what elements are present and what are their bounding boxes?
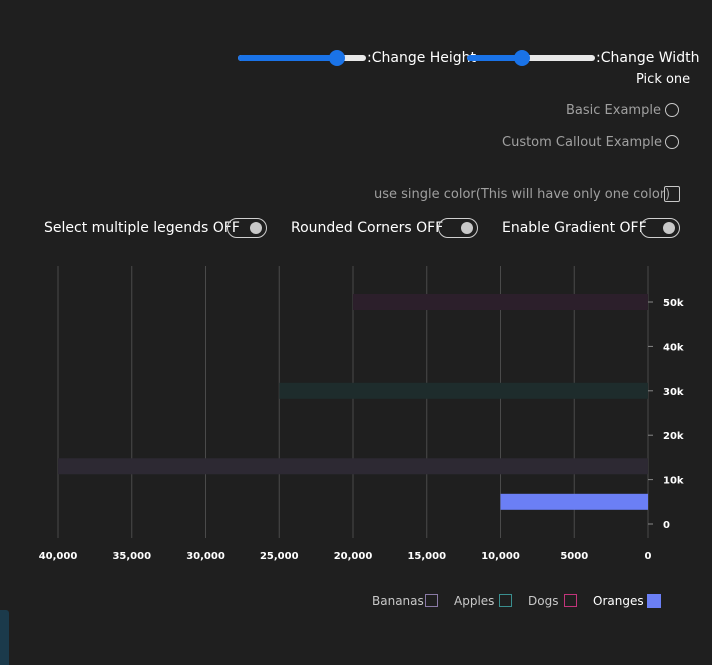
x-tick-label: 25,000	[260, 551, 299, 562]
bar-dogs[interactable]	[353, 294, 648, 310]
bar-apples[interactable]	[279, 382, 648, 399]
scrollbar-stub[interactable]	[0, 610, 9, 665]
x-tick-label: 15,000	[407, 551, 446, 562]
y-tick-label: 0	[663, 520, 670, 531]
legend-swatch-oranges[interactable]	[647, 594, 661, 608]
x-tick-label: 5000	[560, 551, 588, 562]
y-tick-label: 40k	[663, 342, 684, 353]
legend-label-apples: Apples	[454, 594, 495, 608]
legend-swatch-dogs[interactable]	[564, 594, 577, 607]
y-tick-label: 10k	[663, 476, 684, 487]
y-tick-label: 30k	[663, 387, 684, 398]
x-tick-label: 10,000	[481, 551, 520, 562]
y-tick-label: 50k	[663, 298, 684, 309]
legend-label-bananas: Bananas	[372, 594, 424, 608]
y-tick-label: 20k	[663, 431, 684, 442]
bar-bananas[interactable]	[58, 458, 648, 475]
x-tick-label: 20,000	[334, 551, 373, 562]
x-tick-label: 30,000	[186, 551, 225, 562]
x-tick-label: 40,000	[39, 551, 78, 562]
bar-oranges[interactable]	[500, 493, 649, 510]
x-tick-label: 35,000	[112, 551, 151, 562]
legend-label-dogs: Dogs	[528, 594, 559, 608]
legend-swatch-bananas[interactable]	[425, 594, 438, 607]
x-tick-label: 0	[645, 551, 652, 562]
legend-label-oranges: Oranges	[593, 594, 644, 608]
horizontal-bar-chart: 40,000 35,000 30,000 25,000 20,000 15,000 10,0…	[39, 266, 684, 562]
legend-swatch-apples[interactable]	[499, 594, 512, 607]
